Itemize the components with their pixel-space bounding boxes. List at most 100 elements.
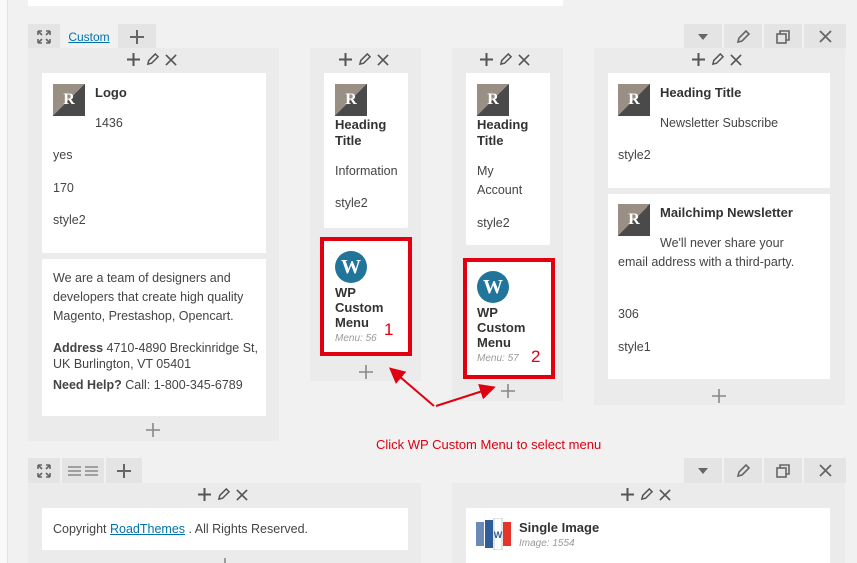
plus-icon[interactable] bbox=[621, 488, 634, 501]
highlight-marker-1: 1 bbox=[384, 320, 394, 339]
widget-title: Heading Title bbox=[477, 117, 529, 148]
close-icon[interactable] bbox=[659, 488, 671, 501]
logo-letter-icon: R bbox=[628, 211, 640, 228]
column-1-tools bbox=[127, 53, 177, 66]
logo-widget[interactable]: R Logo 1436 yes 170 style2 bbox=[42, 73, 266, 253]
widget-title: Logo bbox=[95, 85, 127, 100]
highlight-box-1 bbox=[320, 237, 412, 356]
about-widget[interactable]: We are a team of designers and developer… bbox=[42, 259, 266, 416]
row-edit-button[interactable] bbox=[724, 24, 762, 49]
row-delete-button[interactable] bbox=[804, 458, 846, 483]
heading-title-widget[interactable]: R Heading Title Information style2 bbox=[324, 73, 408, 228]
image-thumbnail-icon: W bbox=[476, 518, 511, 550]
copyright-link[interactable]: RoadThemes bbox=[110, 522, 185, 536]
widget-style: style2 bbox=[477, 216, 510, 230]
row-edit-button[interactable] bbox=[724, 458, 762, 483]
annotation-text: Click WP Custom Menu to select menu bbox=[376, 437, 602, 452]
logo-letter-icon: R bbox=[345, 91, 357, 108]
plus-icon bbox=[359, 365, 373, 379]
pencil-icon bbox=[736, 463, 750, 477]
address-block: Address 4710-4890 Breckinridge St, UK Bu… bbox=[53, 340, 263, 372]
column-4-tools bbox=[692, 53, 742, 66]
pencil-icon[interactable] bbox=[358, 53, 371, 66]
row-delete-button[interactable] bbox=[804, 24, 846, 49]
row-duplicate-button[interactable] bbox=[764, 24, 802, 49]
plus-icon[interactable] bbox=[480, 53, 493, 66]
plus-icon[interactable] bbox=[198, 488, 211, 501]
plus-icon[interactable] bbox=[692, 53, 705, 66]
close-icon[interactable] bbox=[236, 488, 248, 501]
widget-id: 306 bbox=[618, 307, 639, 321]
heading-title-widget[interactable]: R Heading Title My Account style2 bbox=[466, 73, 550, 245]
expand-icon bbox=[37, 29, 51, 44]
pencil-icon[interactable] bbox=[640, 488, 653, 501]
row-dropdown-button[interactable] bbox=[684, 458, 722, 483]
close-icon bbox=[818, 464, 832, 477]
pencil-icon[interactable] bbox=[499, 53, 512, 66]
expand-icon bbox=[37, 463, 51, 478]
bottom-column-2-tools bbox=[621, 488, 671, 501]
copyright-suffix: . All Rights Reserved. bbox=[185, 522, 309, 536]
widget-thumbnail: R bbox=[618, 204, 650, 236]
row-add-button[interactable] bbox=[118, 24, 156, 49]
row-expand-button[interactable] bbox=[28, 458, 60, 483]
about-text: We are a team of designers and developer… bbox=[53, 271, 244, 323]
help-block: Need Help? Call: 1-800-345-6789 bbox=[53, 376, 263, 395]
plus-icon[interactable] bbox=[339, 53, 352, 66]
column-2-tools bbox=[339, 53, 389, 66]
bottom-column-1-add-widget[interactable] bbox=[218, 553, 232, 563]
plus-icon bbox=[224, 558, 226, 563]
tab-custom[interactable]: Custom bbox=[62, 24, 116, 49]
mailchimp-widget[interactable]: R Mailchimp Newsletter We'll never share… bbox=[608, 194, 830, 379]
plus-icon bbox=[712, 389, 726, 403]
single-image-widget[interactable]: W Single Image Image: 1554 bbox=[466, 508, 830, 563]
row-dropdown-button[interactable] bbox=[684, 24, 722, 49]
widget-line: style2 bbox=[53, 213, 86, 227]
widget-style: style2 bbox=[618, 148, 651, 162]
pencil-icon bbox=[736, 29, 750, 43]
row-add-button[interactable] bbox=[106, 458, 142, 483]
arrow-to-menu-1 bbox=[388, 367, 435, 407]
close-icon[interactable] bbox=[730, 53, 742, 66]
widget-thumbnail: R bbox=[53, 84, 85, 116]
widget-title: Mailchimp Newsletter bbox=[660, 205, 793, 220]
help-value: Call: 1-800-345-6789 bbox=[125, 378, 243, 392]
annotation-arrows bbox=[388, 367, 496, 407]
widget-id: 1436 bbox=[95, 116, 123, 130]
left-border bbox=[0, 0, 8, 563]
help-label: Need Help? bbox=[53, 378, 122, 392]
widget-line: 170 bbox=[53, 181, 74, 195]
widget-title: Heading Title bbox=[335, 117, 387, 148]
duplicate-icon bbox=[776, 463, 790, 478]
close-icon[interactable] bbox=[518, 53, 530, 66]
bottom-column-1-tools bbox=[198, 488, 248, 501]
plus-icon[interactable] bbox=[127, 53, 140, 66]
copyright-prefix: Copyright bbox=[53, 522, 110, 536]
widget-style: style2 bbox=[335, 196, 368, 210]
column-1-add-widget[interactable] bbox=[146, 420, 160, 440]
widget-thumbnail: R bbox=[335, 84, 367, 116]
logo-letter-icon: R bbox=[487, 91, 499, 108]
heading-title-widget[interactable]: R Heading Title Newsletter Subscribe sty… bbox=[608, 73, 830, 188]
column-3-tools bbox=[480, 53, 530, 66]
close-icon bbox=[818, 30, 832, 43]
widget-subtitle: My Account bbox=[477, 164, 523, 197]
pencil-icon[interactable] bbox=[146, 53, 159, 66]
widget-title: Heading Title bbox=[660, 85, 742, 100]
close-icon[interactable] bbox=[377, 53, 389, 66]
row-expand-button[interactable] bbox=[28, 24, 60, 49]
pencil-icon[interactable] bbox=[711, 53, 724, 66]
column-2-add-widget[interactable] bbox=[359, 362, 373, 382]
copyright-text: Copyright RoadThemes . All Rights Reserv… bbox=[53, 520, 308, 539]
pencil-icon[interactable] bbox=[217, 488, 230, 501]
row-duplicate-button[interactable] bbox=[764, 458, 802, 483]
column-4-add-widget[interactable] bbox=[712, 386, 726, 406]
row-columns-button[interactable] bbox=[62, 458, 104, 483]
plus-icon bbox=[130, 29, 144, 44]
close-icon[interactable] bbox=[165, 53, 177, 66]
logo-letter-icon: R bbox=[628, 91, 640, 108]
widget-thumbnail: R bbox=[618, 84, 650, 116]
copyright-widget[interactable]: Copyright RoadThemes . All Rights Reserv… bbox=[42, 508, 408, 550]
highlight-marker-2: 2 bbox=[531, 347, 541, 366]
widget-meta: Image: 1554 bbox=[519, 538, 575, 549]
